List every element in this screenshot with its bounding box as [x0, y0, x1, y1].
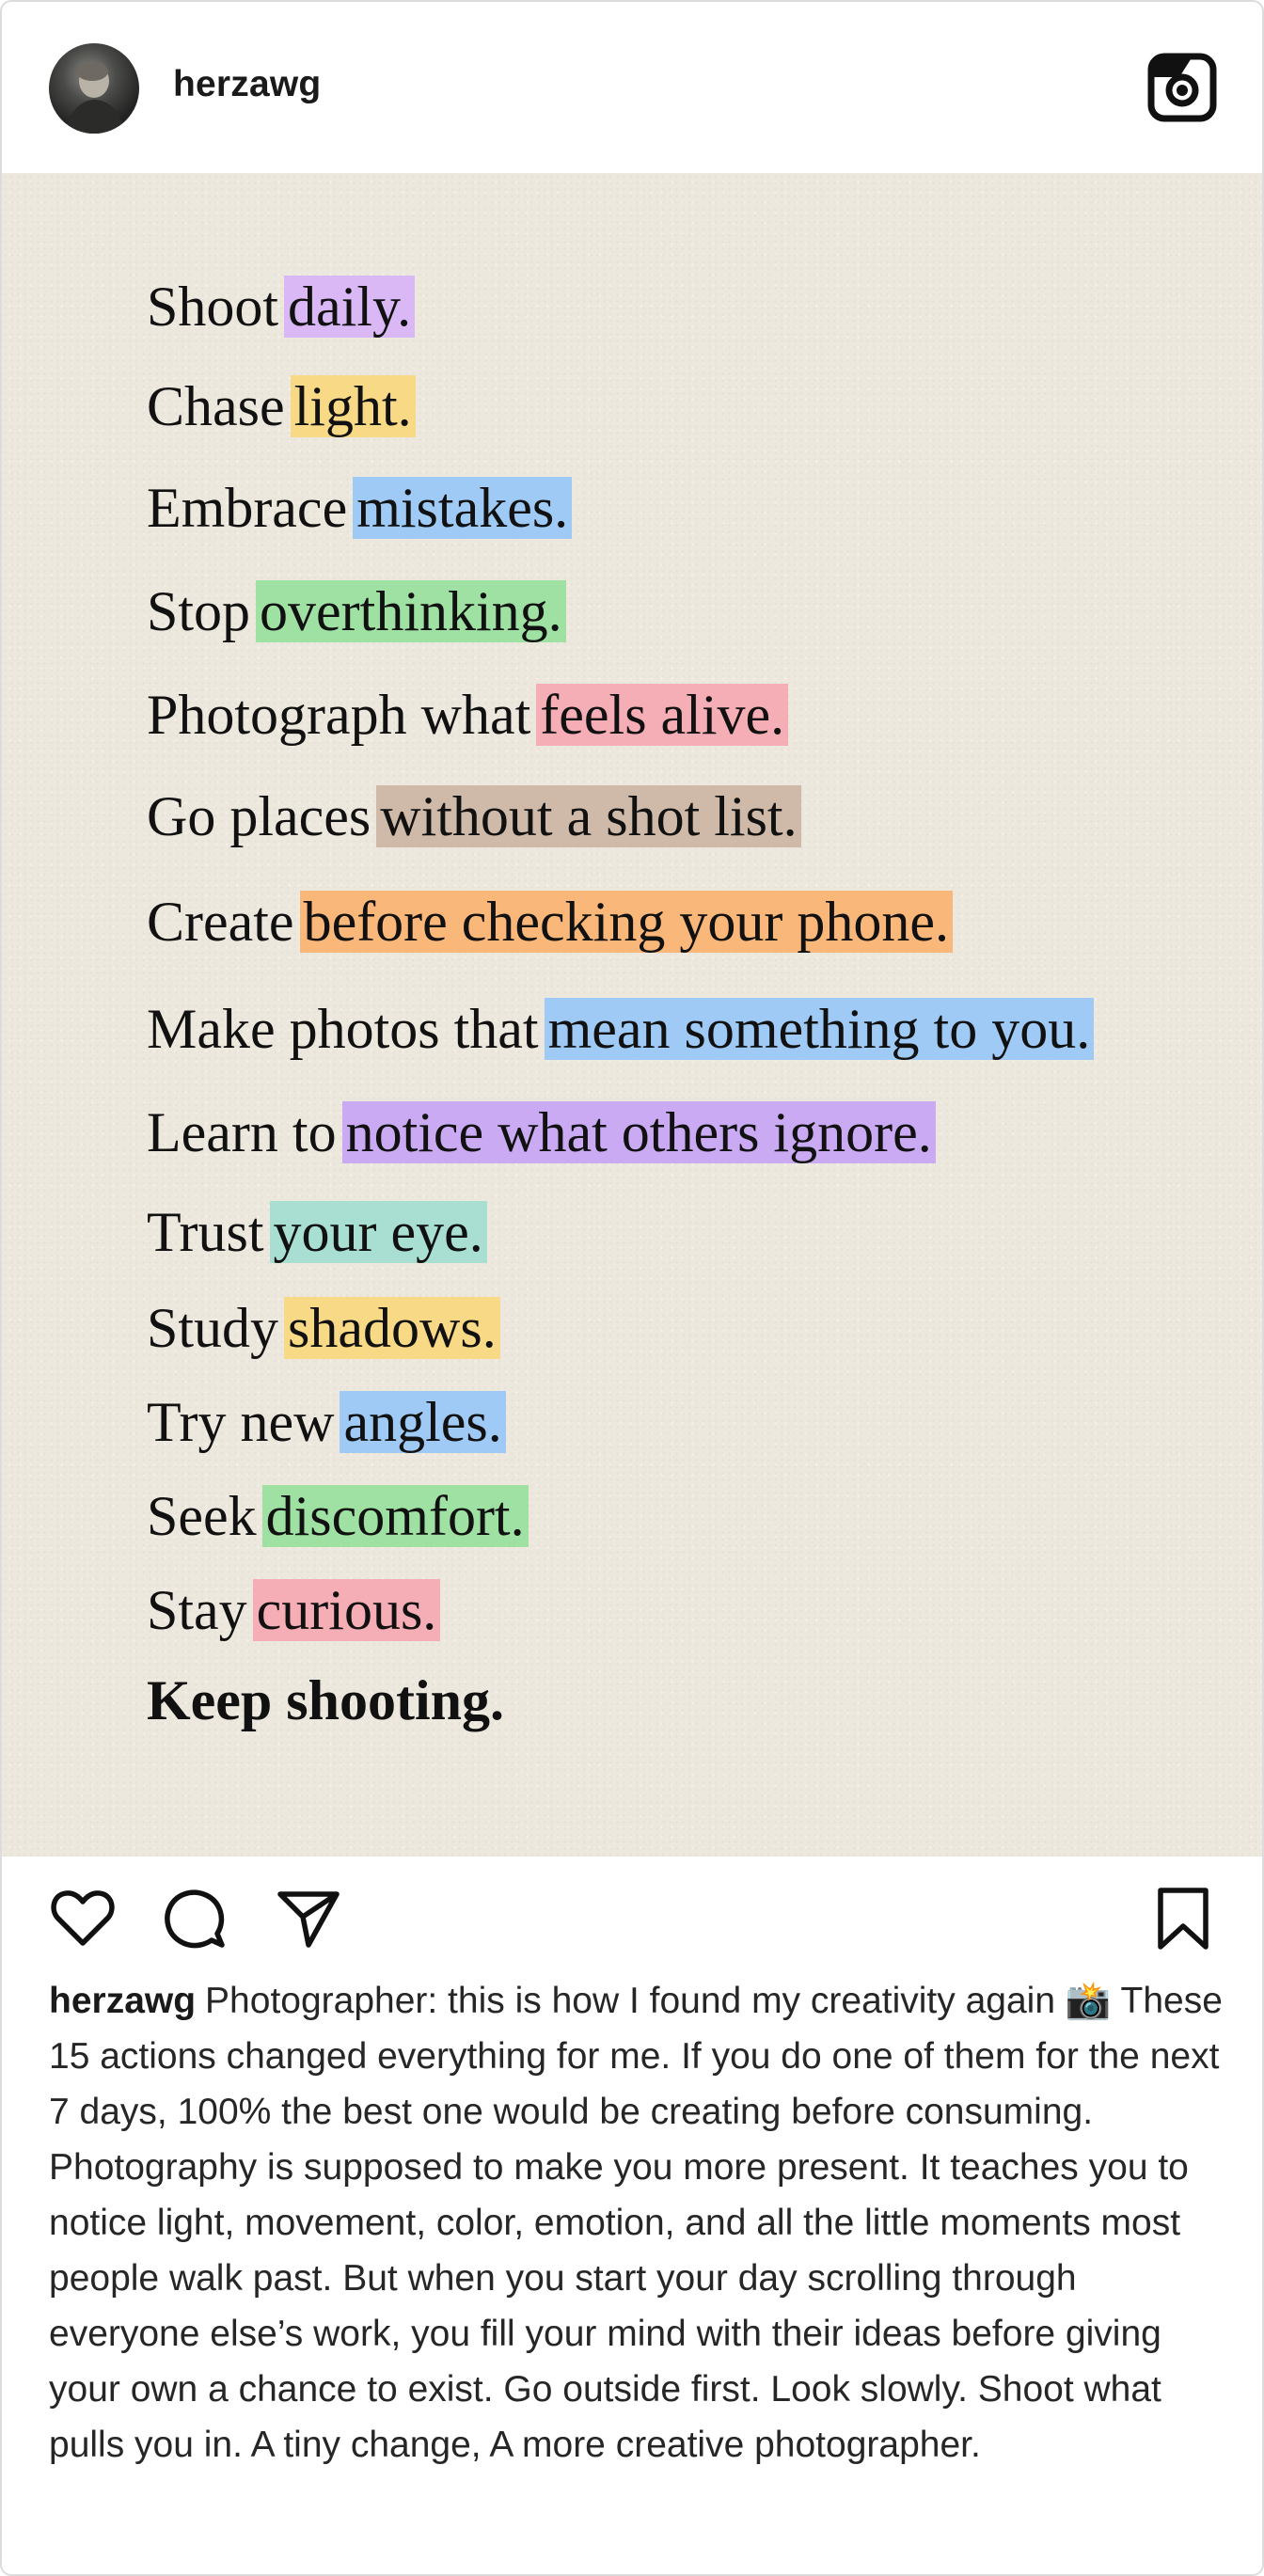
quote-line: Study shadows.: [147, 1294, 500, 1362]
quote-line-text: Seek: [147, 1485, 257, 1547]
quote-line-text: Go places: [147, 785, 371, 847]
quote-line-text: Shoot: [147, 276, 279, 338]
quote-line-text: Trust: [147, 1201, 264, 1263]
quote-line-text: Create: [147, 891, 294, 953]
quote-line: Try new angles.: [147, 1388, 506, 1456]
quote-line: Embrace mistakes.: [147, 474, 573, 542]
quote-line: Go places without a shot list.: [147, 782, 801, 850]
share-button[interactable]: [275, 1885, 342, 1952]
quote-line: Create before checking your phone.: [147, 888, 953, 956]
quote-line-text: Try new: [147, 1391, 335, 1453]
instagram-icon[interactable]: [1147, 53, 1217, 122]
quote-line-highlight: overthinking.: [256, 580, 566, 642]
post-username[interactable]: herzawg: [173, 64, 321, 105]
quote-line-highlight: before checking your phone.: [299, 891, 953, 953]
quote-line-highlight: notice what others ignore.: [341, 1101, 936, 1163]
like-button[interactable]: [49, 1885, 117, 1952]
quote-line: Stop overthinking.: [147, 577, 566, 645]
post-image[interactable]: Shoot daily. Chase light. Embrace mistakes. St…: [2, 173, 1262, 1857]
quote-line-highlight: light.: [290, 375, 416, 437]
quote-line: Chase light.: [147, 372, 416, 440]
quote-line-text: Stop: [147, 580, 251, 642]
quote-line-highlight: daily.: [284, 276, 416, 338]
quote-line: Stay curious.: [147, 1576, 441, 1644]
quote-line-text: Study: [147, 1297, 279, 1359]
quote-line-highlight: discomfort.: [261, 1485, 529, 1547]
quote-line-highlight: mean something to you.: [544, 998, 1095, 1060]
quote-line-highlight: shadows.: [284, 1297, 500, 1359]
quote-line: Seek discomfort.: [147, 1482, 529, 1550]
quote-line-text: Photograph what: [147, 684, 531, 746]
quote-final-line: Keep shooting.: [147, 1669, 505, 1731]
quote-line-text: Make photos that: [147, 998, 539, 1060]
quote-line-text: Chase: [147, 375, 285, 437]
post-header: herzawg: [2, 2, 1262, 173]
quote-line-highlight: feels alive.: [536, 684, 789, 746]
quote-line-highlight: angles.: [340, 1391, 506, 1453]
comment-button[interactable]: [160, 1885, 228, 1952]
quote-line: Shoot daily.: [147, 273, 416, 340]
quote-line: Learn to notice what others ignore.: [147, 1098, 936, 1166]
caption-username[interactable]: herzawg: [49, 1981, 196, 2021]
quote-line-highlight: your eye.: [269, 1201, 487, 1263]
quote-line-highlight: without a shot list.: [376, 785, 801, 847]
comment-icon: [165, 1889, 225, 1949]
quote-line-text: Stay: [147, 1579, 247, 1641]
quote-line-highlight: mistakes.: [353, 477, 573, 539]
bookmark-icon: [1158, 1888, 1209, 1950]
paper-plane-icon: [277, 1891, 340, 1948]
quote-line: Make photos that mean something to you.: [147, 995, 1095, 1063]
avatar[interactable]: [49, 43, 139, 134]
heart-icon: [51, 1890, 115, 1946]
quote-line: Trust your eye.: [147, 1198, 487, 1266]
save-button[interactable]: [1153, 1885, 1213, 1952]
quote-line-text: Learn to: [147, 1101, 337, 1163]
quote-line-text: Embrace: [147, 477, 348, 539]
post-card: herzawg Shoot daily. Chase light. Embrace mis…: [0, 0, 1264, 2576]
caption-text: Photographer: this is how I found my cre…: [49, 1981, 1223, 2465]
quote-line: Photograph what feels alive.: [147, 681, 789, 749]
quote-line-highlight: curious.: [252, 1579, 441, 1641]
caption: herzawg Photographer: this is how I found…: [49, 1973, 1224, 2473]
